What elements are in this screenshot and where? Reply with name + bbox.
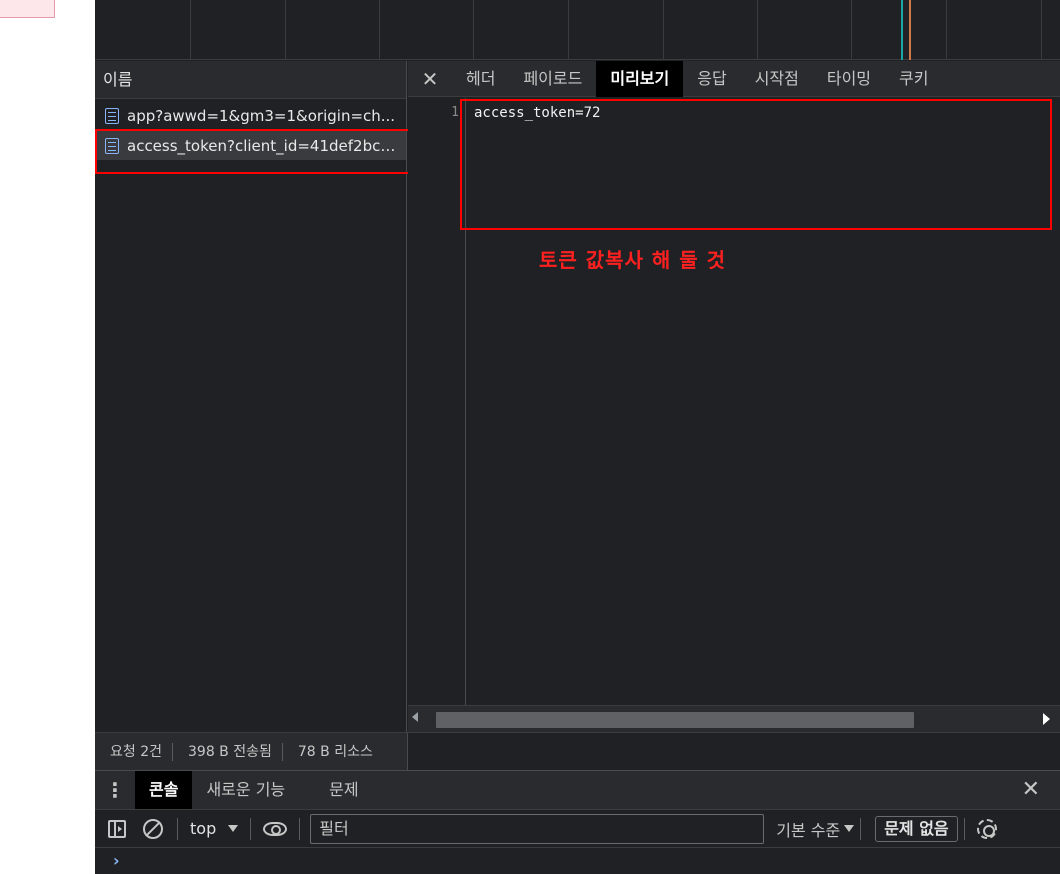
timeline-gridline (285, 0, 286, 60)
line-gutter: 1 (408, 98, 466, 705)
divider (963, 817, 965, 840)
request-detail-pane: ✕ 헤더 페이로드 미리보기 응답 시작점 타이밍 쿠키 1 access_to… (408, 60, 1060, 732)
resource-size: 78 B 리소스 (297, 743, 373, 760)
divider (860, 817, 862, 840)
network-status-bar: 요청 2건 398 B 전송됨 78 B 리소스 (95, 732, 408, 770)
tab-cookies[interactable]: 쿠키 (885, 61, 942, 97)
request-row[interactable]: app?awwd=1&gm3=1&origin=ch... (95, 101, 406, 130)
scrollbar-thumb[interactable] (436, 712, 914, 728)
divider (299, 817, 301, 840)
chevron-down-icon (228, 825, 239, 832)
eye-icon[interactable] (257, 810, 293, 848)
annotation-note: 토큰 값복사 해 둘 것 (539, 248, 727, 272)
prompt-chevron-icon: › (113, 851, 120, 870)
tab-console[interactable]: 콘솔 (135, 771, 193, 809)
name-column-header[interactable]: 이름 (95, 61, 406, 99)
tab-response[interactable]: 응답 (683, 61, 740, 97)
timeline-gridline (851, 0, 852, 60)
sidebar-toggle-icon[interactable] (99, 810, 135, 848)
tab-issues[interactable]: 문제 (315, 771, 372, 809)
request-count: 요청 2건 (95, 742, 173, 761)
filter-input[interactable] (310, 813, 765, 844)
more-vert-icon[interactable]: ⋮ (95, 778, 135, 802)
tab-payload[interactable]: 페이로드 (509, 61, 596, 97)
tab-initiator[interactable]: 시작점 (741, 61, 813, 97)
scroll-left-icon[interactable] (412, 712, 418, 722)
log-level-label: 기본 수준 (776, 820, 841, 840)
tab-headers[interactable]: 헤더 (452, 61, 509, 97)
screen: 이름 app?awwd=1&gm3=1&origin=ch... access_… (0, 0, 1060, 874)
highlight-box-request (95, 129, 410, 174)
devtools-panel: 이름 app?awwd=1&gm3=1&origin=ch... access_… (95, 0, 1060, 874)
console-toolbar: top 기본 수준 문제 없음 (95, 810, 1060, 848)
tab-preview[interactable]: 미리보기 (596, 60, 684, 97)
drawer-tabbar: ⋮ 콘솔 새로운 기능 문제 ✕ (95, 770, 1060, 810)
line-number: 1 (451, 105, 459, 120)
context-selector[interactable]: top (184, 819, 244, 838)
timeline-gridline (379, 0, 380, 60)
transferred-size: 398 B 전송됨 (173, 742, 283, 761)
detail-tabbar: ✕ 헤더 페이로드 미리보기 응답 시작점 타이밍 쿠키 (408, 60, 1060, 97)
document-icon (105, 107, 119, 124)
console-prompt[interactable]: › (95, 848, 1060, 874)
scroll-right-icon[interactable] (1043, 713, 1050, 725)
divider (177, 817, 178, 840)
network-overview-timeline[interactable] (95, 0, 1060, 60)
timeline-gridline (946, 0, 947, 60)
timeline-gridline (1041, 0, 1042, 60)
gear-icon[interactable] (976, 818, 997, 839)
timeline-gridline (473, 0, 474, 60)
highlight-box-token (460, 99, 1052, 230)
close-icon[interactable]: ✕ (408, 67, 452, 91)
status-bar-empty (408, 732, 1060, 770)
dom-content-loaded-marker (901, 0, 903, 60)
context-label: top (190, 819, 217, 838)
divider (250, 817, 252, 840)
tab-timing[interactable]: 타이밍 (813, 61, 885, 97)
log-level-selector[interactable]: 기본 수준 (776, 817, 855, 841)
timeline-gridline (190, 0, 191, 60)
request-name: app?awwd=1&gm3=1&origin=ch... (127, 106, 396, 125)
horizontal-scrollbar[interactable] (408, 705, 1060, 732)
timeline-gridline (663, 0, 664, 60)
chevron-down-icon (844, 825, 855, 832)
clear-console-icon[interactable] (135, 810, 171, 848)
page-fragment (0, 0, 55, 18)
load-event-marker (909, 0, 911, 60)
close-icon[interactable]: ✕ (1022, 777, 1040, 802)
issues-button[interactable]: 문제 없음 (875, 815, 958, 842)
tab-whats-new[interactable]: 새로운 기능 (192, 771, 299, 809)
timeline-gridline (568, 0, 569, 60)
timeline-gridline (757, 0, 758, 60)
